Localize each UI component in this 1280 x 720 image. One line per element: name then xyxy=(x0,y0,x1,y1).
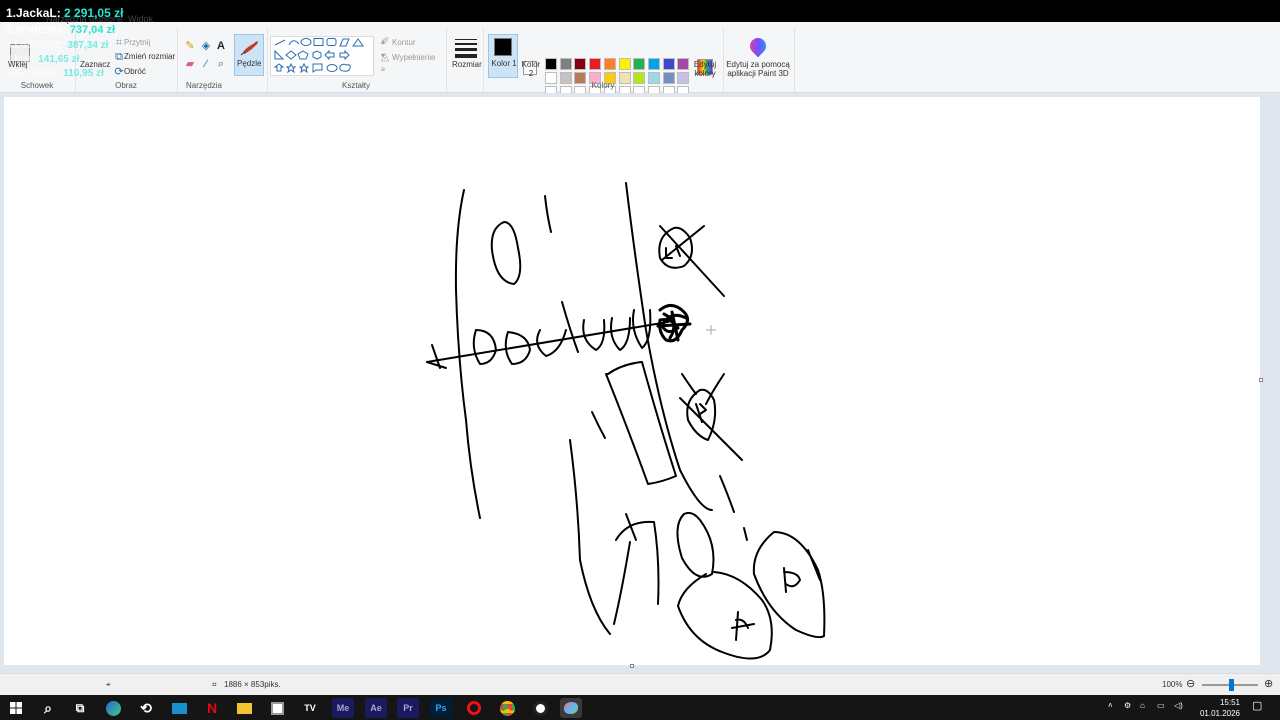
taskbar: ⌕ ⧉ ⟲ N TV Me Ae Pr Ps ˄ ⚙ ⌂ ▭ ◁) 15:51 … xyxy=(0,695,1280,720)
media-encoder-icon[interactable]: Me xyxy=(332,698,354,718)
leaderboard-value: 387,34 zł xyxy=(67,40,109,51)
size-button[interactable]: Rozmiar xyxy=(452,60,482,69)
capcut-icon[interactable]: ⟲ xyxy=(135,698,157,718)
drawing xyxy=(426,182,826,660)
start-icon[interactable] xyxy=(5,698,27,718)
tradingview-icon[interactable]: TV xyxy=(299,698,321,718)
zoom-out-icon[interactable]: ⊖ xyxy=(1186,677,1195,690)
taskbar-clock[interactable]: 15:51 01.01.2026 xyxy=(1200,697,1240,719)
leaderboard-name: 5.Grzem24: xyxy=(6,68,60,79)
obs-icon[interactable] xyxy=(529,698,551,718)
expand-shapes-icon[interactable]: ≡ xyxy=(376,64,390,78)
paint3d-button[interactable]: Edytuj za pomocą aplikacji Paint 3D xyxy=(726,60,790,78)
edge-icon[interactable] xyxy=(102,698,124,718)
outline-dropdown[interactable]: Kontur xyxy=(392,38,416,47)
paint-window: Wklej Schowek Zaznacz Przytnij Zmień roz… xyxy=(0,0,1280,720)
palette-swatch[interactable] xyxy=(589,58,602,70)
leaderboard-name: 2.Wiedźma: xyxy=(6,24,67,36)
fill-icon: ◬ xyxy=(380,51,390,63)
status-bar: ⌖ ⌗ 1886 × 853piks. 100% ⊖ ⊕ xyxy=(0,673,1280,695)
netflix-icon[interactable]: N xyxy=(201,698,223,718)
zoom-slider-thumb[interactable] xyxy=(1229,679,1234,691)
leaderboard-value: 141,65 zł xyxy=(38,54,80,65)
color2-label: Kolor 2 xyxy=(521,60,541,78)
tray-network-icon[interactable]: ⌂ xyxy=(1140,701,1145,710)
leaderboard-row: 2.Wiedźma: 737,04 zł xyxy=(6,22,115,36)
search-icon[interactable]: ⌕ xyxy=(37,698,59,718)
store-icon[interactable] xyxy=(266,698,288,718)
color1-label: Kolor 1 xyxy=(491,59,517,68)
resize-handle-bottom[interactable] xyxy=(630,664,634,668)
brush-icon xyxy=(240,41,258,56)
palette-swatch[interactable] xyxy=(633,58,646,70)
color1-button[interactable]: Kolor 1 xyxy=(488,34,518,78)
selection-size-icon: ⌗ xyxy=(212,680,217,689)
palette-swatch[interactable] xyxy=(559,58,572,70)
zoom-level: 100% xyxy=(1162,680,1183,689)
clock-time: 15:51 xyxy=(1219,698,1240,707)
fill-dropdown[interactable]: Wypełnienie xyxy=(392,53,436,62)
clock-date: 01.01.2026 xyxy=(1199,709,1240,718)
leaderboard-value: 110,95 zł xyxy=(63,68,104,79)
leaderboard-row: 4.Mat: 141,65 zł xyxy=(6,51,79,65)
leaderboard-row: 5.Grzem24: 110,95 zł xyxy=(6,65,104,79)
palette-swatch[interactable] xyxy=(647,58,660,70)
ribbon-separator xyxy=(446,28,447,92)
after-effects-icon[interactable]: Ae xyxy=(365,698,387,718)
ribbon-separator xyxy=(723,28,724,92)
palette-swatch[interactable] xyxy=(677,58,690,70)
palette-swatch[interactable] xyxy=(618,58,631,70)
edit-colors-button[interactable]: Edytuj kolory xyxy=(690,60,720,78)
shapes-gallery[interactable] xyxy=(270,36,374,76)
file-explorer-icon[interactable] xyxy=(233,698,255,718)
brushes-label: Pędzle xyxy=(237,59,262,68)
tray-volume-icon[interactable]: ◁) xyxy=(1174,701,1183,710)
leaderboard-name: 1.JackaL: xyxy=(6,6,61,20)
brushes-button[interactable]: Pędzle xyxy=(234,34,264,76)
notifications-icon[interactable]: ▢ xyxy=(1252,699,1262,712)
folder-app-icon[interactable] xyxy=(168,698,190,718)
paint-taskbar-icon[interactable] xyxy=(560,698,582,718)
cursor-position-icon: ⌖ xyxy=(106,680,111,689)
leaderboard-value: 737,04 zł xyxy=(69,24,116,36)
premiere-icon[interactable]: Pr xyxy=(397,698,419,718)
leaderboard-row: 3.LuSATor2: 387,34 zł xyxy=(6,37,108,51)
chrome-icon[interactable] xyxy=(496,698,518,718)
task-view-icon[interactable]: ⧉ xyxy=(69,698,91,718)
tray-apps-icon[interactable]: ⚙ xyxy=(1124,701,1131,710)
resize-handle-right[interactable] xyxy=(1259,378,1263,382)
leaderboard-name: 4.Mat: xyxy=(6,54,35,65)
palette-swatch[interactable] xyxy=(574,58,587,70)
zoom-in-icon[interactable]: ⊕ xyxy=(1264,677,1273,690)
palette-swatch[interactable] xyxy=(545,58,557,70)
shapes-grid-icon xyxy=(273,38,364,74)
canvas-dimensions: 1886 × 853piks. xyxy=(224,680,281,689)
palette-swatch[interactable] xyxy=(603,58,616,70)
drawing-canvas[interactable] xyxy=(4,97,1260,665)
leaderboard-name: 3.LuSATor2: xyxy=(6,40,64,51)
leaderboard-row: 1.JackaL: 2 291,05 zł xyxy=(6,6,123,20)
group-shapes-label: Kształty xyxy=(341,81,370,90)
workspace[interactable] xyxy=(0,93,1280,673)
tray-chevron-icon[interactable]: ˄ xyxy=(1108,701,1113,710)
palette-swatch[interactable] xyxy=(662,58,675,70)
color1-swatch xyxy=(494,38,512,56)
photoshop-icon[interactable]: Ps xyxy=(430,698,452,718)
size-lines-icon[interactable] xyxy=(455,38,477,58)
crosshair-cursor xyxy=(706,325,716,335)
oval-shape xyxy=(490,221,522,285)
opera-icon[interactable] xyxy=(463,698,485,718)
paint3d-icon[interactable] xyxy=(746,34,770,58)
outline-icon: ✐ xyxy=(380,36,390,48)
group-colors-label: Kolory xyxy=(591,81,615,90)
donation-leaderboard: 1.JackaL: 2 291,05 zł 2.Wiedźma: 737,04 … xyxy=(6,6,226,86)
tray-battery-icon[interactable]: ▭ xyxy=(1157,701,1165,710)
leaderboard-value: 2 291,05 zł xyxy=(64,6,124,20)
ribbon-separator xyxy=(794,28,795,92)
